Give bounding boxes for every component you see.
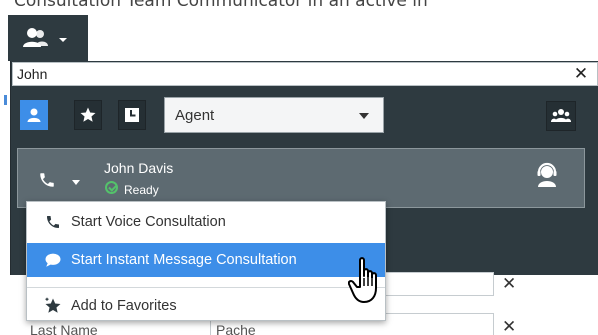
contact-type-select[interactable]: Agent <box>164 97 384 133</box>
phone-icon <box>47 216 59 228</box>
menu-divider <box>27 287 385 288</box>
contact-type-value: Agent <box>175 106 215 124</box>
close-icon[interactable]: ✕ <box>502 317 518 335</box>
agent-headset-icon <box>537 162 557 187</box>
filter-recent-button[interactable] <box>118 100 146 130</box>
team-view-button[interactable] <box>546 101 576 131</box>
close-icon[interactable]: ✕ <box>502 274 518 293</box>
filter-favorites-button[interactable] <box>74 100 102 130</box>
search-bar: ✕ <box>12 62 598 86</box>
search-result-row[interactable] <box>17 148 585 208</box>
menu-item-start-instant-message-consultation[interactable]: Start Instant Message Consultation <box>27 243 385 277</box>
last-name-value: Pache <box>216 322 256 335</box>
hand-cursor-icon <box>348 257 377 303</box>
contact-status: Ready <box>124 183 159 197</box>
background-accent-mark <box>4 95 7 105</box>
group-icon <box>551 109 571 122</box>
chevron-down-icon <box>359 113 369 119</box>
menu-item-add-to-favorites[interactable]: Add to Favorites <box>27 289 385 323</box>
chevron-down-icon <box>59 38 67 42</box>
menu-item-label: Start Voice Consultation <box>71 214 226 230</box>
contact-name: John Davis <box>104 160 174 176</box>
team-communicator-icon <box>23 28 48 47</box>
person-icon <box>27 108 41 122</box>
close-icon[interactable]: ✕ <box>569 63 593 85</box>
menu-item-start-voice-consultation[interactable]: Start Voice Consultation <box>27 205 385 239</box>
consultation-context-menu: Start Voice Consultation Start Instant M… <box>26 201 386 321</box>
menu-item-label: Add to Favorites <box>71 298 177 314</box>
chevron-down-icon[interactable] <box>72 180 80 185</box>
search-input[interactable] <box>13 63 569 85</box>
clock-icon <box>125 108 139 122</box>
chat-icon <box>45 253 61 267</box>
filter-all-button[interactable] <box>20 100 48 130</box>
ready-status-icon <box>105 181 118 194</box>
star-add-icon <box>45 297 61 313</box>
star-icon <box>80 107 96 122</box>
menu-item-label: Start Instant Message Consultation <box>71 252 297 268</box>
last-name-label: Last Name <box>30 322 98 335</box>
team-communicator-button[interactable] <box>8 15 88 61</box>
page-caption: Consultation Team Communicator in an act… <box>14 0 428 11</box>
phone-icon[interactable] <box>38 171 56 189</box>
